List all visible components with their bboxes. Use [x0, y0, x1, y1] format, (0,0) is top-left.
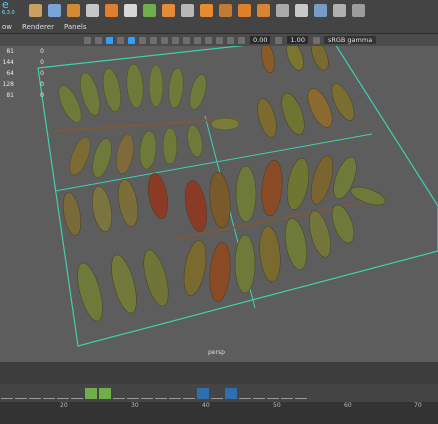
denormalize-icon[interactable] [239, 387, 251, 399]
scene-graphic [37, 46, 438, 347]
xray-comp-icon[interactable] [227, 36, 234, 44]
isolate-icon[interactable] [194, 36, 201, 44]
shelf-icon-4[interactable] [86, 3, 99, 17]
time-tick: 60 [344, 402, 352, 409]
poly-count-hud: 81 0 144 0 64 0 128 0 81 0 [0, 46, 44, 101]
shelf-icon-9[interactable] [181, 3, 194, 17]
curve-icon-c[interactable] [295, 387, 307, 399]
textured-icon[interactable] [128, 36, 135, 44]
tangent-linear-icon[interactable] [29, 387, 41, 399]
dof-icon[interactable] [183, 36, 190, 44]
shelf-icon-11[interactable] [219, 3, 232, 17]
menu-renderer[interactable]: Renderer [22, 23, 54, 31]
persp-viewport[interactable]: 81 0 144 0 64 0 128 0 81 0 persp [0, 46, 438, 362]
shelf-icon-3[interactable] [67, 3, 80, 17]
pre-infinity-icon[interactable] [197, 387, 209, 399]
leaf-group-bottom-left [62, 173, 169, 322]
shelf-icon-14[interactable] [276, 3, 289, 17]
post-infinity-icon[interactable] [211, 387, 223, 399]
curve-icon-b[interactable] [281, 387, 293, 399]
key-stat-icon[interactable] [85, 387, 97, 399]
exposure-icon [238, 36, 245, 44]
ao-icon[interactable] [161, 36, 168, 44]
time-tick: 20 [60, 402, 68, 409]
time-tick: 70 [414, 402, 422, 409]
break-tangent-icon[interactable] [127, 387, 139, 399]
menu-panels[interactable]: Panels [64, 23, 87, 31]
key-stat-icon-2[interactable] [99, 387, 111, 399]
viewport-toolbar: 0.00 1.00 sRGB gamma [0, 34, 438, 46]
xray-joint-icon[interactable] [216, 36, 223, 44]
maya-logo: e 6.3.0 [2, 0, 15, 16]
time-tick: 30 [131, 402, 139, 409]
exposure-field[interactable]: 0.00 [250, 36, 271, 44]
light-icon[interactable] [139, 36, 146, 44]
time-tick: 50 [273, 402, 281, 409]
shelf-icon-5[interactable] [105, 3, 118, 17]
shelf-icon-16[interactable] [314, 3, 327, 17]
normalize-icon[interactable] [225, 387, 237, 399]
hud-row: 144 0 [2, 59, 44, 66]
grid-icon[interactable] [84, 36, 91, 44]
leaf-frond-upper [54, 63, 241, 178]
panel-menu-bar: ow Renderer Panels [0, 20, 438, 34]
shaded-icon[interactable] [117, 36, 124, 44]
shelf-icon-15[interactable] [295, 3, 308, 17]
hud-row: 128 0 [2, 81, 44, 88]
tangent-clamped-icon[interactable] [15, 387, 27, 399]
shelf-icon-7[interactable] [143, 3, 156, 17]
hud-row: 81 0 [6, 48, 44, 55]
gamma-field[interactable]: 1.00 [287, 36, 308, 44]
lock-weight-icon[interactable] [169, 387, 181, 399]
tangent-plateau-icon[interactable] [71, 387, 83, 399]
aa-icon[interactable] [172, 36, 179, 44]
shelf-icon-12[interactable] [238, 3, 251, 17]
hud-row: 64 0 [6, 70, 44, 77]
snap-icon[interactable] [183, 387, 195, 399]
shelf-toolbar: e 6.3.0 [0, 0, 438, 20]
shelf-icon-8[interactable] [162, 3, 175, 17]
tangent-step-icon[interactable] [57, 387, 69, 399]
buffer-curve-icon[interactable] [113, 387, 125, 399]
tangent-spline-icon[interactable] [1, 387, 13, 399]
xray-icon[interactable] [205, 36, 212, 44]
menu-show[interactable]: ow [2, 23, 12, 31]
time-tick: 40 [202, 402, 210, 409]
shelf-icon-18[interactable] [352, 3, 365, 17]
curve-icon-a[interactable] [267, 387, 279, 399]
graph-editor-toolbar [0, 384, 438, 402]
camera-label: persp [208, 349, 225, 356]
panel-separator [0, 362, 438, 384]
color-space-select[interactable]: sRGB gamma [323, 36, 377, 44]
hud-row: 81 0 [6, 92, 44, 99]
time-slider[interactable]: 20 30 40 50 60 70 [0, 402, 438, 424]
unify-tangent-icon[interactable] [141, 387, 153, 399]
shadow-icon[interactable] [150, 36, 157, 44]
leaf-frond-lower [174, 155, 386, 303]
shelf-icon-10[interactable] [200, 3, 213, 17]
shelf-icon-1[interactable] [29, 3, 42, 17]
color-manage-icon[interactable] [312, 36, 320, 44]
free-weight-icon[interactable] [155, 387, 167, 399]
camera-icon[interactable] [95, 36, 102, 44]
gamma-icon [275, 36, 283, 44]
shelf-icon-2[interactable] [48, 3, 61, 17]
tangent-flat-icon[interactable] [43, 387, 55, 399]
shelf-icon-13[interactable] [257, 3, 270, 17]
shelf-icon-6[interactable] [124, 3, 137, 17]
shelf-icon-17[interactable] [333, 3, 346, 17]
stacked-curves-icon[interactable] [253, 387, 265, 399]
wireframe-icon[interactable] [106, 36, 113, 44]
leaf-group-top-right [257, 46, 355, 138]
